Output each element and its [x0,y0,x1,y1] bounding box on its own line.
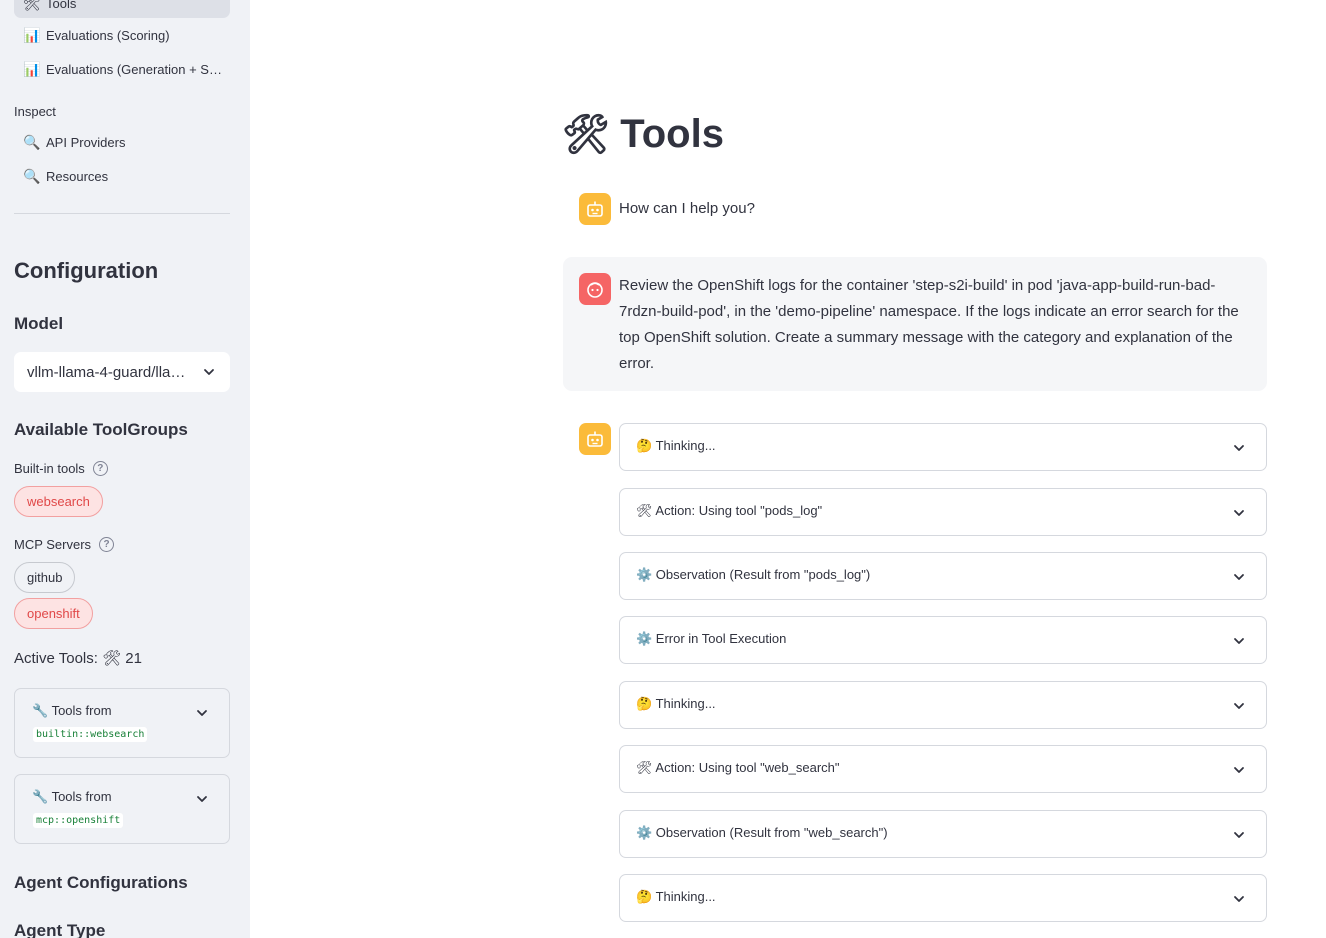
chevron-down-icon [1232,763,1246,782]
chevron-down-icon [1232,634,1246,653]
user-message-text: Review the OpenShift logs for the contai… [619,277,1239,372]
step-label: 🤔 Thinking... [636,438,716,453]
builtin-tools-label: Built-in tools ? [14,461,108,476]
inspect-section-label: Inspect [14,104,56,119]
step-thinking-expander[interactable]: 🤔 Thinking... [619,423,1267,471]
bar-chart-icon: 📊 [23,26,41,43]
tools-from-openshift-expander[interactable]: 🔧 Tools from mcp::openshift [14,774,230,844]
step-thinking-expander[interactable]: 🤔 Thinking... [619,681,1267,729]
nav-item-label: API Providers [46,134,126,150]
expander-title: 🔧 Tools from [32,789,112,804]
step-action-pods-log-expander[interactable]: 🛠 Action: Using tool "pods_log" [619,488,1267,536]
step-action-web-search-expander[interactable]: 🛠 Action: Using tool "web_search" [619,745,1267,793]
nav-item-evaluations-generation[interactable]: 📊 Evaluations (Generation + Scoring) [14,54,230,84]
toolgroup-code: mcp::openshift [33,813,124,828]
toolgroup-code: builtin::websearch [33,727,148,742]
assistant-avatar-icon [579,193,611,225]
help-icon[interactable]: ? [92,461,108,476]
nav-item-label: Evaluations (Generation + Scoring) [46,61,223,77]
step-error-expander[interactable]: ⚙️ Error in Tool Execution [619,616,1267,664]
chevron-down-icon [195,792,209,811]
chevron-down-icon [1232,892,1246,911]
nav-item-resources[interactable]: 🔍 Resources [14,161,230,191]
model-select[interactable]: vllm-llama-4-guard/llama-4-scout [14,352,230,392]
user-avatar-icon [579,273,611,305]
chevron-down-icon [1232,441,1246,460]
assistant-avatar-icon [579,423,611,455]
step-label: 🤔 Thinking... [636,889,716,904]
chevron-down-icon [195,706,209,725]
pill-openshift[interactable]: openshift [14,598,93,629]
chevron-down-icon [1232,699,1246,718]
pill-github[interactable]: github [14,562,76,593]
expander-title: 🔧 Tools from [32,703,112,718]
active-tools-count: Active Tools: 🛠 21 [14,650,142,667]
chevron-down-icon [202,365,216,383]
nav-item-label: Evaluations (Scoring) [46,27,170,43]
nav-item-label: Resources [46,168,109,184]
mcp-servers-label: MCP Servers ? [14,537,115,552]
step-label: 🤔 Thinking... [636,696,716,711]
configuration-heading: Configuration [14,258,159,283]
model-select-value: vllm-llama-4-guard/llama-4-scout [27,363,192,381]
available-toolgroups-heading: Available ToolGroups [14,420,188,439]
mcp-servers-text: MCP Servers [14,537,92,552]
sidebar: 🛠 Tools 📊 Evaluations (Scoring) 📊 Evalua… [0,0,250,938]
step-label: ⚙️ Observation (Result from "web_search"… [636,825,888,840]
agent-type-heading: Agent Type [14,921,106,938]
tools-from-websearch-expander[interactable]: 🔧 Tools from builtin::websearch [14,688,230,758]
chevron-down-icon [1232,570,1246,589]
bar-chart-icon: 📊 [23,60,41,77]
step-label: 🛠 Action: Using tool "pods_log" [636,503,823,518]
main-content: 🛠 Tools How can I help you? Review the O… [250,0,1326,938]
pill-websearch[interactable]: websearch [14,486,103,517]
magnifier-icon: 🔍 [23,167,41,184]
nav-item-label: Tools [46,0,77,11]
step-observation-web-search-expander[interactable]: ⚙️ Observation (Result from "web_search"… [619,810,1267,858]
step-label: 🛠 Action: Using tool "web_search" [636,760,840,775]
page-title-text: Tools [620,112,724,156]
assistant-greeting: How can I help you? [619,200,755,217]
help-icon[interactable]: ? [99,537,115,552]
app: 🛠 Tools 📊 Evaluations (Scoring) 📊 Evalua… [0,0,1326,938]
page-title: 🛠 Tools [562,112,724,157]
builtin-tools-text: Built-in tools [14,461,85,476]
step-thinking-expander[interactable]: 🤔 Thinking... [619,874,1267,922]
chevron-down-icon [1232,506,1246,525]
model-heading: Model [14,314,64,333]
tools-icon: 🛠 [23,0,41,11]
tools-icon: 🛠 [562,113,611,156]
agent-configurations-heading: Agent Configurations [14,873,188,892]
magnifier-icon: 🔍 [23,133,41,150]
nav-item-tools[interactable]: 🛠 Tools [14,0,230,18]
step-observation-pods-log-expander[interactable]: ⚙️ Observation (Result from "pods_log") [619,552,1267,600]
nav-item-evaluations-scoring[interactable]: 📊 Evaluations (Scoring) [14,20,230,50]
chevron-down-icon [1232,828,1246,847]
nav-item-api-providers[interactable]: 🔍 API Providers [14,127,230,157]
step-label: ⚙️ Observation (Result from "pods_log") [636,567,871,582]
sidebar-divider [14,213,230,214]
step-label: ⚙️ Error in Tool Execution [636,631,787,646]
